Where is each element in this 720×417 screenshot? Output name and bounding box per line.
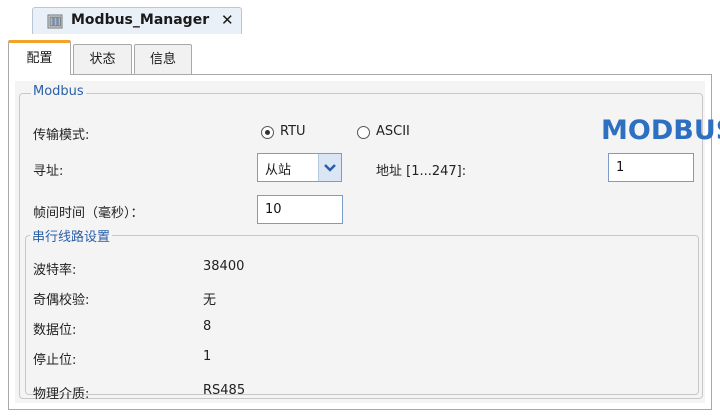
document-tab-title: Modbus_Manager xyxy=(71,12,210,28)
addressing-select[interactable]: 从站 xyxy=(257,153,342,182)
document-tab[interactable]: Modbus_Manager ✕ xyxy=(32,7,242,34)
tab-config[interactable]: 配置 xyxy=(8,40,71,75)
physical-medium-label: 物理介质: xyxy=(33,387,90,402)
parity-label: 奇偶校验: xyxy=(33,293,90,308)
physical-medium-value: RS485 xyxy=(203,383,246,398)
rtu-radio[interactable] xyxy=(261,126,274,139)
stop-bits-value: 1 xyxy=(203,349,212,364)
module-icon xyxy=(47,14,63,29)
transmission-mode-label: 传输模式: xyxy=(33,128,90,143)
serial-group-title: 串行线路设置 xyxy=(30,226,113,245)
rtu-radio-label[interactable]: RTU xyxy=(280,124,306,139)
data-bits-label: 数据位: xyxy=(33,323,77,338)
data-bits-value: 8 xyxy=(203,319,212,334)
addressing-select-value: 从站 xyxy=(265,163,292,178)
serial-group-frame xyxy=(25,235,699,395)
baud-rate-label: 波特率: xyxy=(33,263,77,278)
stop-bits-label: 停止位: xyxy=(33,353,77,368)
address-input[interactable]: 1 xyxy=(608,153,694,182)
frame-time-label: 帧间时间（毫秒）： xyxy=(33,206,144,221)
modbus-logo: MODBUS xyxy=(601,115,720,146)
chevron-down-icon[interactable] xyxy=(318,154,341,181)
addressing-label: 寻址: xyxy=(33,164,64,179)
tab-info[interactable]: 信息 xyxy=(134,44,192,75)
config-panel-body: Modbus MODBUS 传输模式: RTU ASCII 寻址: 从站 地址 … xyxy=(15,81,720,403)
baud-rate-value: 38400 xyxy=(203,259,245,274)
address-label: 地址 [1...247]: xyxy=(376,164,467,179)
ascii-radio-label[interactable]: ASCII xyxy=(376,124,410,139)
parity-value: 无 xyxy=(203,293,217,308)
config-panel: Modbus MODBUS 传输模式: RTU ASCII 寻址: 从站 地址 … xyxy=(8,74,720,410)
ascii-radio[interactable] xyxy=(357,126,370,139)
frame-time-input[interactable]: 10 xyxy=(257,195,343,224)
modbus-group-title: Modbus xyxy=(31,84,86,99)
close-icon[interactable]: ✕ xyxy=(221,11,234,29)
tab-status[interactable]: 状态 xyxy=(73,44,132,75)
config-tabs: 配置 状态 信息 xyxy=(8,40,712,75)
